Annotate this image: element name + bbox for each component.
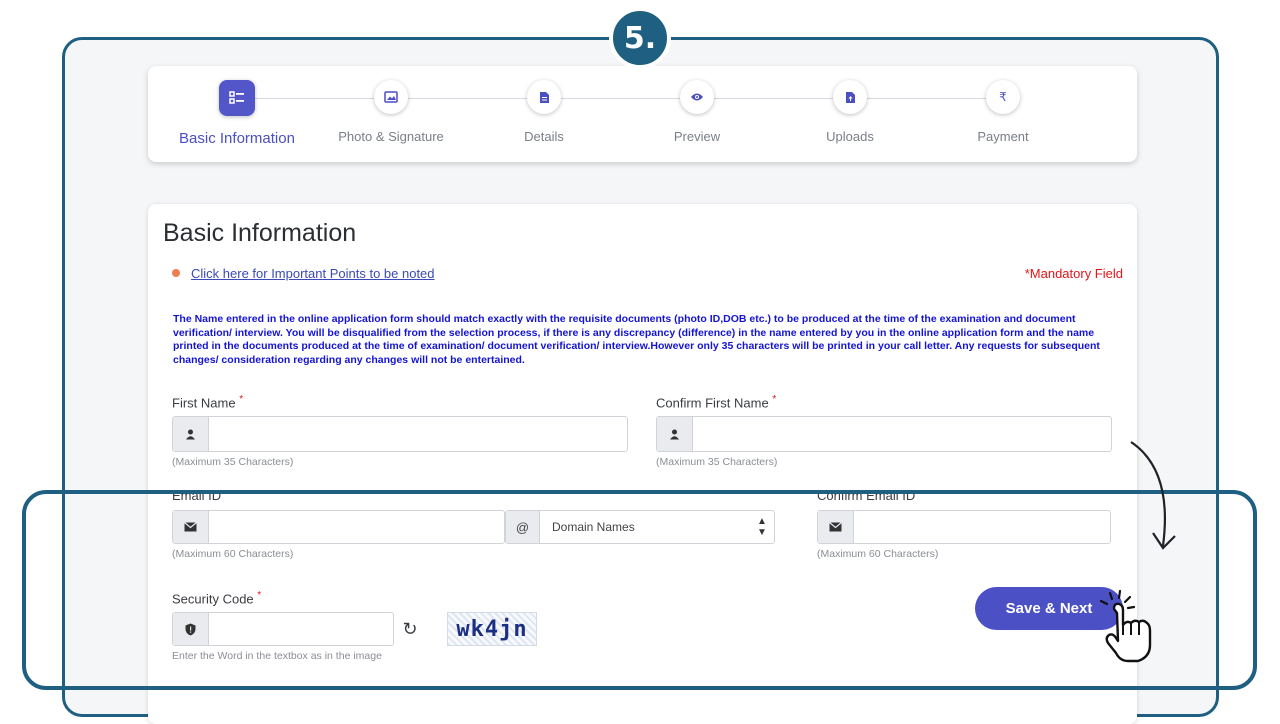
user-icon [657, 417, 693, 451]
confirm-first-name-input[interactable] [693, 417, 1111, 451]
security-code-hint: Enter the Word in the textbox as in the … [172, 650, 382, 662]
progress-stepper: Basic Information Photo & Signature Deta… [148, 66, 1137, 162]
step-label: Uploads [826, 129, 874, 144]
confirm-email-field [817, 510, 1111, 544]
envelope-icon [818, 511, 854, 543]
mandatory-field-note: *Mandatory Field [1024, 266, 1123, 281]
captcha-image: wk4jn [447, 612, 537, 646]
security-code-label: Security Code * [172, 590, 262, 607]
first-name-hint: (Maximum 35 Characters) [172, 456, 294, 468]
user-icon [173, 417, 209, 451]
refresh-captcha-icon[interactable]: ↻ [399, 618, 421, 640]
name-notice-text: The Name entered in the online applicati… [173, 313, 1100, 366]
step-number-badge: 5. [609, 7, 671, 69]
email-label: Email ID [172, 488, 222, 503]
confirm-email-hint: (Maximum 60 Characters) [817, 548, 939, 560]
envelope-icon [173, 511, 209, 543]
important-points-link[interactable]: Click here for Important Points to be no… [191, 266, 435, 281]
step-label: Basic Information [179, 130, 295, 147]
upload-file-icon [833, 80, 867, 114]
first-name-input[interactable] [209, 417, 627, 451]
step-label: Photo & Signature [338, 129, 444, 144]
step-label: Payment [977, 129, 1029, 144]
step-preview[interactable]: Preview [622, 80, 772, 144]
select-caret-icon: ▲ ▼ [757, 516, 767, 538]
image-icon [374, 80, 408, 114]
bullet-dot [172, 269, 180, 277]
domain-select-value: Domain Names [552, 520, 635, 534]
confirm-first-name-hint: (Maximum 35 Characters) [656, 456, 778, 468]
step-label: Details [524, 129, 564, 144]
step-payment[interactable]: ₹ Payment [928, 80, 1078, 144]
email-input[interactable] [209, 511, 504, 543]
confirm-email-label: Confirm Email ID [817, 488, 916, 503]
curved-arrow-icon [1130, 441, 1176, 550]
shield-icon [173, 613, 209, 645]
eye-icon [680, 80, 714, 114]
confirm-first-name-label: Confirm First Name * [656, 394, 777, 411]
list-icon [219, 80, 255, 116]
confirm-first-name-field [656, 416, 1112, 452]
security-code-field [172, 612, 401, 646]
email-field [172, 510, 505, 544]
pointing-hand-icon [1099, 589, 1152, 663]
step-label: Preview [673, 129, 721, 144]
first-name-label: First Name * [172, 394, 244, 411]
basic-information-card: Basic Information Click here for Importa… [148, 204, 1137, 724]
step-uploads[interactable]: Uploads [775, 80, 925, 144]
first-name-field [172, 416, 628, 452]
security-code-input[interactable] [209, 613, 401, 645]
document-icon [527, 80, 561, 114]
confirm-email-input[interactable] [854, 511, 1110, 543]
at-symbol: @ [506, 511, 540, 543]
rupee-icon: ₹ [986, 80, 1020, 114]
step-details[interactable]: Details [469, 80, 619, 144]
step-photo-signature[interactable]: Photo & Signature [316, 80, 466, 144]
domain-select[interactable]: @ Domain Names ▲ ▼ [505, 510, 775, 544]
form-title: Basic Information [163, 219, 357, 247]
step-basic-information[interactable]: Basic Information [162, 80, 312, 147]
email-hint: (Maximum 60 Characters) [172, 548, 294, 560]
